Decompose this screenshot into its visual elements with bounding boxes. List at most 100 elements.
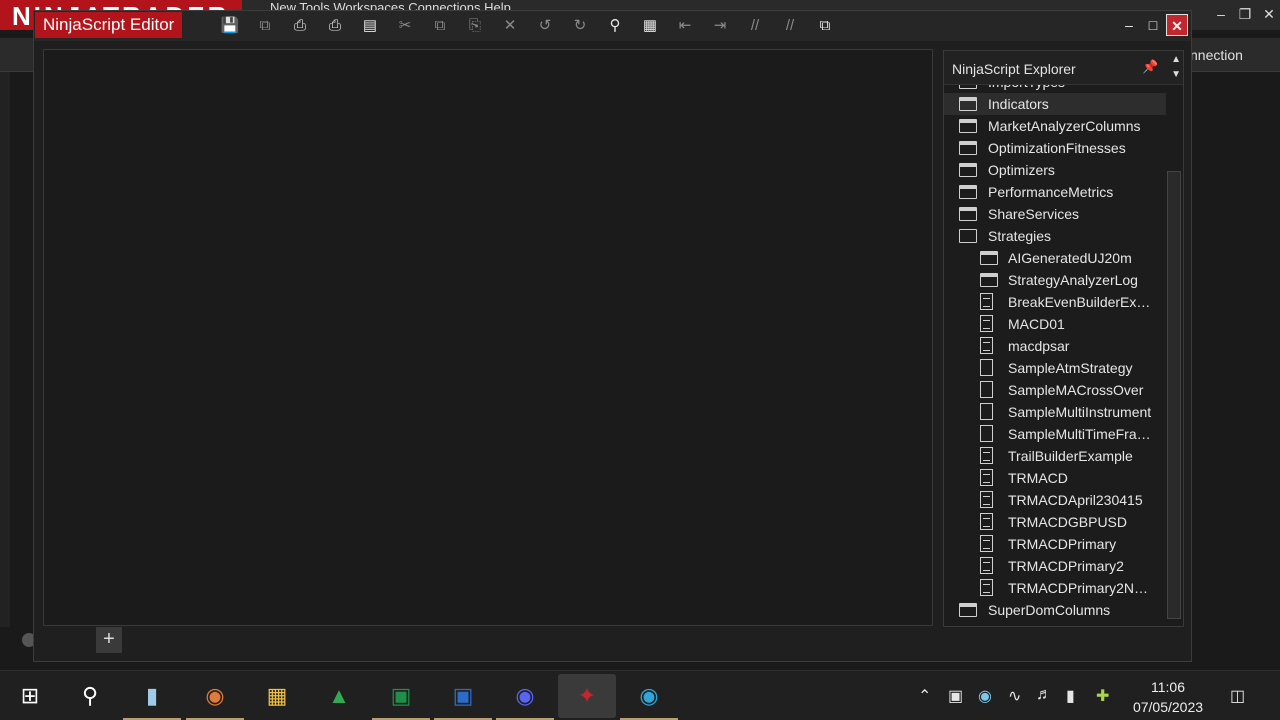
clock-date: 07/05/2023 <box>1132 699 1204 715</box>
print-preview-icon[interactable]: ⎙ <box>321 13 349 39</box>
volume-icon[interactable]: ♬ <box>1036 686 1052 704</box>
minimize-icon[interactable]: – <box>1210 3 1232 25</box>
save-all-icon[interactable]: ⧉ <box>251 13 279 39</box>
explorer-item-label: MACD01 <box>1008 316 1065 332</box>
explorer-item-label: TRMACDGBPUSD <box>1008 514 1128 530</box>
explorer-tree-item[interactable]: OptimizationFitnesses <box>944 137 1166 159</box>
notification-center-icon[interactable]: ◫ <box>1230 686 1245 706</box>
ninjascript-explorer-panel: NinjaScript Explorer 📌 ▲ ▼ ImportTypes In… <box>943 50 1184 627</box>
explorer-tree-item[interactable]: ShareServices <box>944 203 1166 225</box>
explorer-tree-item[interactable]: StrategyAnalyzerLog <box>944 269 1166 291</box>
visual-studio-icon[interactable]: ⧉ <box>811 13 839 39</box>
explorer-tree-item[interactable]: SuperDomColumns <box>944 599 1166 621</box>
explorer-tree-item[interactable]: macdpsar <box>944 335 1166 357</box>
page-setup-icon[interactable]: ▤ <box>356 13 384 39</box>
file-explorer-icon[interactable]: ▦ <box>260 679 294 713</box>
file-icon <box>980 491 993 508</box>
editor-titlebar[interactable]: NinjaScript Editor 💾 ⧉ ⎙ ⎙ ▤ ✂ ⧉ ⎘ ✕ ↺ ↻… <box>34 11 1191 41</box>
ninjatrader-icon[interactable]: ✦ <box>558 674 616 718</box>
explorer-tree-item[interactable]: TRMACDGBPUSD <box>944 511 1166 533</box>
explorer-tree-item[interactable]: SampleMultiInstrument <box>944 401 1166 423</box>
search-icon[interactable]: ⚲ <box>73 679 107 713</box>
explorer-tree-item[interactable]: Strategies <box>944 225 1166 247</box>
pin-icon[interactable]: 📌 <box>1142 59 1158 75</box>
windows-taskbar: ⊞ ⚲ ▮ ◉ ▦ ▲ ▣ ▣ ◉ ✦ ◉ ⌃ ▣ ◉ ∿ ♬ ▮ ✚ 11:0… <box>0 670 1280 720</box>
explorer-item-label: BreakEvenBuilderEx… <box>1008 294 1151 310</box>
compile-icon[interactable]: ▦ <box>636 13 664 39</box>
explorer-tree-item[interactable]: PerformanceMetrics <box>944 181 1166 203</box>
folder-icon <box>959 141 977 155</box>
file-icon <box>980 579 993 596</box>
explorer-item-label: SuperDomColumns <box>988 602 1111 618</box>
network-globe-icon[interactable]: ◉ <box>978 686 992 706</box>
camera-icon[interactable]: ▣ <box>948 686 963 706</box>
restore-icon[interactable]: ❐ <box>1234 3 1256 25</box>
explorer-tree-item[interactable]: TRMACD <box>944 467 1166 489</box>
explorer-tree-item[interactable]: TRMACDPrimary2 <box>944 555 1166 577</box>
undo-icon[interactable]: ↺ <box>531 13 559 39</box>
explorer-item-label: AIGeneratedUJ20m <box>1008 250 1132 266</box>
show-hidden-icons-icon[interactable]: ⌃ <box>918 686 931 706</box>
delete-icon[interactable]: ✕ <box>496 13 524 39</box>
save-icon[interactable]: 💾 <box>216 13 244 39</box>
explorer-item-label: PerformanceMetrics <box>988 184 1114 200</box>
explorer-tree-item[interactable]: ImportTypes <box>944 85 1166 93</box>
explorer-tree-item[interactable]: BreakEvenBuilderEx… <box>944 291 1166 313</box>
explorer-tree-item[interactable]: AIGeneratedUJ20m <box>944 247 1166 269</box>
maximize-icon[interactable]: □ <box>1142 14 1164 36</box>
wifi-icon[interactable]: ∿ <box>1008 686 1021 706</box>
explorer-tree-item[interactable]: MarketAnalyzerColumns <box>944 115 1166 137</box>
paste-icon[interactable]: ⎘ <box>461 13 489 39</box>
scroll-up-icon[interactable]: ▲ <box>1171 54 1181 65</box>
google-drive-icon[interactable]: ▲ <box>322 679 356 713</box>
explorer-tree-item[interactable]: TRMACDPrimary2N… <box>944 577 1166 599</box>
folder-icon <box>959 207 977 221</box>
folder-icon <box>980 273 998 287</box>
faststone-icon[interactable]: ◉ <box>186 679 244 720</box>
explorer-item-label: ImportTypes <box>988 85 1158 93</box>
explorer-item-label: SampleMultiTimeFra… <box>1008 426 1151 442</box>
comment-icon[interactable]: // <box>741 13 769 39</box>
word-icon[interactable]: ▣ <box>434 679 492 720</box>
explorer-item-label: TRMACDPrimary2N… <box>1008 580 1148 596</box>
outdent-icon[interactable]: ⇤ <box>671 13 699 39</box>
notepad-icon[interactable]: ▮ <box>123 679 181 720</box>
system-clock[interactable]: 11:06 07/05/2023 <box>1128 677 1208 717</box>
explorer-scrollbar[interactable] <box>1167 171 1181 619</box>
explorer-tree-item[interactable]: TrailBuilderExample <box>944 445 1166 467</box>
code-editor-area[interactable] <box>43 49 933 626</box>
folder-icon <box>959 163 977 177</box>
print-icon[interactable]: ⎙ <box>286 13 314 39</box>
explorer-tree-item[interactable]: SampleMACrossOver <box>944 379 1166 401</box>
redo-icon[interactable]: ↻ <box>566 13 594 39</box>
explorer-tree-item[interactable]: TRMACDPrimary <box>944 533 1166 555</box>
explorer-tree-item[interactable]: MACD01 <box>944 313 1166 335</box>
explorer-tree-item[interactable]: Indicators <box>944 93 1166 115</box>
cut-icon[interactable]: ✂ <box>391 13 419 39</box>
add-tab-button[interactable]: + <box>96 627 122 653</box>
edge-icon[interactable]: ◉ <box>620 679 678 720</box>
copy-icon[interactable]: ⧉ <box>426 13 454 39</box>
close-icon[interactable]: ✕ <box>1166 14 1188 36</box>
close-icon[interactable]: ✕ <box>1258 3 1280 25</box>
find-icon[interactable]: ⚲ <box>601 13 629 39</box>
explorer-tree-item[interactable]: TRMACDApril230415 <box>944 489 1166 511</box>
windows-start-icon[interactable]: ⊞ <box>13 679 47 713</box>
explorer-tree-item[interactable]: SampleAtmStrategy <box>944 357 1166 379</box>
minimize-icon[interactable]: – <box>1118 14 1140 36</box>
update-icon[interactable]: ✚ <box>1096 686 1109 706</box>
connection-label: nnection <box>1190 47 1243 63</box>
indent-icon[interactable]: ⇥ <box>706 13 734 39</box>
explorer-item-label: SampleMACrossOver <box>1008 382 1144 398</box>
explorer-tree-item[interactable]: SampleMultiTimeFra… <box>944 423 1166 445</box>
folder-icon <box>959 603 977 617</box>
excel-icon[interactable]: ▣ <box>372 679 430 720</box>
explorer-header: NinjaScript Explorer 📌 ▲ ▼ <box>944 51 1183 85</box>
discord-icon[interactable]: ◉ <box>496 679 554 720</box>
explorer-item-label: SampleAtmStrategy <box>1008 360 1133 376</box>
clock-time: 11:06 <box>1151 679 1185 695</box>
uncomment-icon[interactable]: // <box>776 13 804 39</box>
explorer-tree-item[interactable]: Optimizers <box>944 159 1166 181</box>
battery-icon[interactable]: ▮ <box>1066 686 1075 706</box>
scroll-down-icon[interactable]: ▼ <box>1171 69 1181 80</box>
